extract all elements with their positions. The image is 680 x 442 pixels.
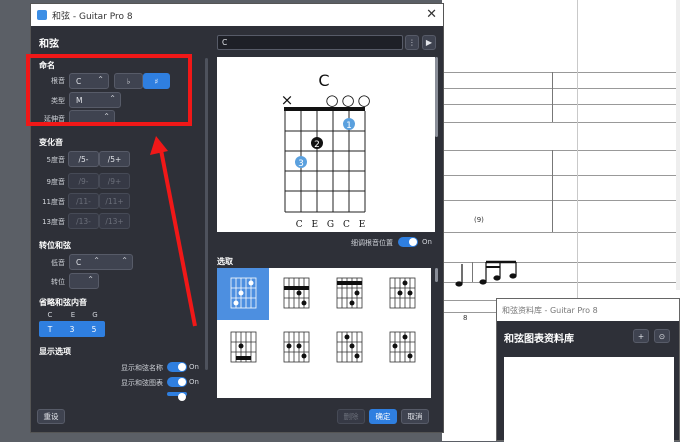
alteration-label: 5度音: [46, 156, 65, 164]
inversion-select[interactable]: ⌃: [69, 273, 99, 289]
library-content: [504, 357, 674, 442]
voicing-thumb[interactable]: [270, 324, 322, 376]
finger-number: 2: [314, 140, 320, 150]
chevron-updown-icon: ⌃: [93, 256, 100, 265]
chord-dialog: 和弦 - Guitar Pro 8 ✕ 和弦 C ⋮ ▶ 命名 根音 C ⌃ ♭ …: [26, 3, 444, 433]
open-string-mark: ○: [325, 91, 338, 109]
search-value: C: [222, 38, 228, 47]
finger-number: 1: [346, 121, 352, 131]
dialog-heading: 和弦: [39, 39, 59, 50]
tab-number: 8: [463, 314, 468, 322]
play-icon[interactable]: ▶: [422, 35, 436, 50]
omit-note-label: G: [92, 311, 98, 319]
alteration-label: 13度音: [42, 218, 65, 226]
alteration-label: 11度音: [42, 198, 65, 206]
omit-note-label: C: [47, 311, 53, 319]
annotation-highlight-box: [26, 54, 192, 126]
fine-tune-toggle[interactable]: [398, 237, 418, 247]
voicing-diagram-icon: [389, 277, 416, 309]
show-name-label: 显示和弦名称: [121, 364, 163, 372]
fine-tune-label: 细调根音位置: [351, 239, 393, 247]
chevron-updown-icon: ⌃: [121, 256, 128, 265]
inversion-title: 转位和弦: [39, 241, 71, 250]
chord-diagram: C × ○ ○ ○ 1 2 3 C E G C E: [281, 71, 371, 230]
eleventh-sharp-button[interactable]: /11+: [99, 193, 130, 209]
open-string-mark: ○: [357, 91, 370, 109]
fifth-sharp-button[interactable]: /5+: [99, 151, 130, 167]
muted-string-mark: ×: [281, 91, 294, 109]
ninth-flat-button[interactable]: /9-: [68, 173, 99, 189]
chord-library-window: 和弦资料库 - Guitar Pro 8 和弦图表资料库 + ⊙: [496, 298, 680, 442]
bass-label: 低音: [51, 259, 65, 267]
library-window-title: 和弦资料库 - Guitar Pro 8: [502, 305, 598, 315]
voicing-scrollbar[interactable]: [435, 268, 438, 282]
voicing-diagram-icon: [389, 331, 416, 363]
omitted-title: 省略和弦内音: [39, 298, 87, 307]
picks-title: 选取: [217, 257, 233, 266]
finger-number: 3: [298, 159, 304, 169]
voicing-thumb[interactable]: [376, 268, 428, 320]
display-title: 显示选项: [39, 347, 71, 356]
settings-scrollbar[interactable]: [205, 58, 208, 370]
partial-toggle[interactable]: [167, 392, 187, 401]
add-chord-icon[interactable]: +: [633, 329, 649, 343]
voicing-diagram-icon: [283, 331, 310, 363]
chord-name: C: [318, 71, 329, 90]
show-name-state: On: [189, 363, 199, 371]
open-string-mark: ○: [341, 91, 354, 109]
omit-third-button[interactable]: 3: [61, 321, 83, 337]
alterations-title: 变化音: [39, 138, 63, 147]
show-diagram-state: On: [189, 378, 199, 386]
voicing-thumb[interactable]: [323, 268, 375, 320]
string-notes: C E G C E: [296, 220, 369, 230]
omit-fifth-button[interactable]: 5: [83, 321, 105, 337]
library-heading: 和弦图表资料库: [504, 334, 574, 345]
voicing-diagram-icon: [230, 277, 257, 309]
show-diagram-toggle[interactable]: [167, 377, 187, 387]
voicing-thumb[interactable]: [323, 324, 375, 376]
voicing-thumb[interactable]: [217, 378, 269, 398]
chord-diagram-panel: C × ○ ○ ○ 1 2 3 C E G C E: [217, 57, 435, 232]
fine-tune-state: On: [422, 238, 432, 246]
tab-number: (9): [474, 216, 484, 224]
voicing-thumb[interactable]: [376, 324, 428, 376]
diagram-scrollbar[interactable]: [435, 57, 438, 137]
dialog-titlebar: 和弦 - Guitar Pro 8 ✕: [31, 4, 443, 26]
show-name-toggle[interactable]: [167, 362, 187, 372]
thirteenth-flat-button[interactable]: /13-: [68, 213, 99, 229]
inversion-label: 转位: [51, 278, 65, 286]
omit-root-button[interactable]: T: [39, 321, 61, 337]
voicing-diagram-icon: [230, 331, 257, 363]
voicing-diagram-icon: [336, 331, 363, 363]
alteration-label: 9度音: [46, 178, 65, 186]
delete-button[interactable]: 删除: [337, 409, 365, 424]
voicing-diagram-icon: [336, 277, 363, 309]
score-notes: [455, 260, 517, 287]
ninth-sharp-button[interactable]: /9+: [99, 173, 130, 189]
close-icon[interactable]: ✕: [426, 7, 437, 22]
omit-note-label: E: [70, 311, 76, 319]
voicing-diagram-icon: [283, 277, 310, 309]
chord-search-input[interactable]: C: [217, 35, 403, 50]
more-options-icon[interactable]: ⋮: [405, 35, 419, 50]
score-toolbar-edge: [676, 0, 680, 290]
voicing-list[interactable]: [217, 268, 431, 398]
settings-icon[interactable]: ⊙: [654, 329, 670, 343]
bass-select[interactable]: C ⌃ ⌃: [69, 254, 133, 270]
show-diagram-label: 显示和弦图表: [121, 379, 163, 387]
voicing-thumb[interactable]: [217, 268, 269, 320]
reset-button[interactable]: 重设: [37, 409, 65, 424]
app-icon: [37, 10, 47, 20]
library-titlebar: 和弦资料库 - Guitar Pro 8: [497, 299, 679, 321]
bass-value: C: [76, 257, 82, 267]
fifth-flat-button[interactable]: /5-: [68, 151, 99, 167]
chevron-updown-icon: ⌃: [87, 275, 94, 284]
ok-button[interactable]: 确定: [369, 409, 397, 424]
voicing-thumb[interactable]: [217, 324, 269, 376]
thirteenth-sharp-button[interactable]: /13+: [99, 213, 130, 229]
eleventh-flat-button[interactable]: /11-: [68, 193, 99, 209]
cancel-button[interactable]: 取消: [401, 409, 429, 424]
window-title: 和弦 - Guitar Pro 8: [52, 11, 133, 22]
voicing-thumb[interactable]: [270, 268, 322, 320]
